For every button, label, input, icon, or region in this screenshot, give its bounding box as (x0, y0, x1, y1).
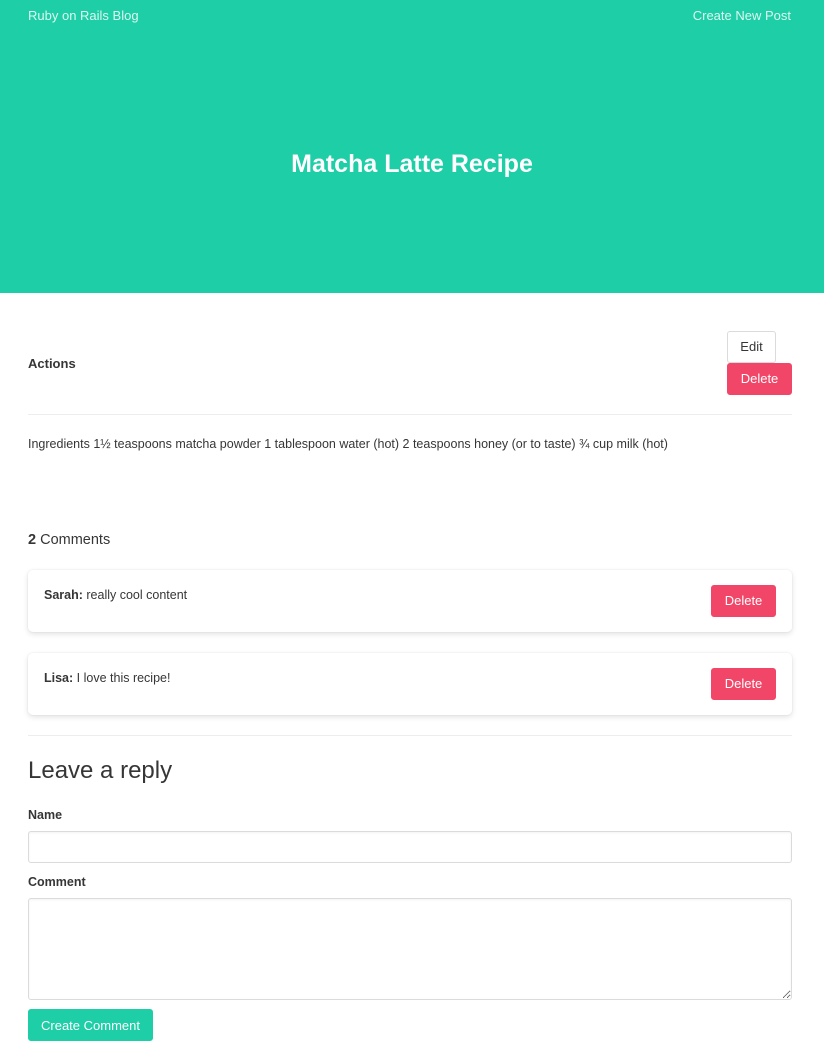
comment-body: really cool content (86, 588, 188, 602)
reply-title: Leave a reply (28, 757, 173, 784)
name-input[interactable] (28, 831, 792, 863)
comment-text: Sarah: really cool content (44, 588, 187, 602)
create-comment-button[interactable]: Create Comment (28, 1009, 153, 1041)
delete-comment-button[interactable]: Delete (711, 585, 776, 617)
comment-author: Lisa: (44, 671, 74, 685)
delete-comment-button[interactable]: Delete (711, 668, 776, 700)
create-new-post-link[interactable]: Create New Post (693, 8, 791, 23)
comments-count-number: 2 (28, 532, 37, 548)
name-label: Name (28, 808, 63, 822)
comment-textarea[interactable] (28, 898, 792, 1000)
edit-post-button[interactable]: Edit (727, 331, 776, 363)
post-actions: Actions Edit Delete (28, 331, 792, 395)
comment-author: Sarah: (44, 588, 83, 602)
comments-count: 2 Comments (28, 532, 110, 548)
divider (28, 414, 792, 415)
comment-label: Comment (28, 875, 86, 889)
post-body: Ingredients 1½ teaspoons matcha powder 1… (28, 437, 668, 451)
comments-count-label: Comments (40, 532, 111, 548)
hero-banner: Ruby on Rails Blog Create New Post Match… (0, 0, 824, 293)
delete-post-button[interactable]: Delete (727, 363, 792, 395)
comment-card: Sarah: really cool content Delete (28, 570, 792, 632)
comment-card: Lisa: I love this recipe! Delete (28, 653, 792, 715)
actions-label: Actions (28, 356, 76, 371)
divider (28, 735, 792, 736)
comment-body: I love this recipe! (76, 671, 171, 685)
page-title: Matcha Latte Recipe (291, 150, 533, 178)
comment-text: Lisa: I love this recipe! (44, 671, 170, 685)
brand-link[interactable]: Ruby on Rails Blog (28, 8, 139, 23)
